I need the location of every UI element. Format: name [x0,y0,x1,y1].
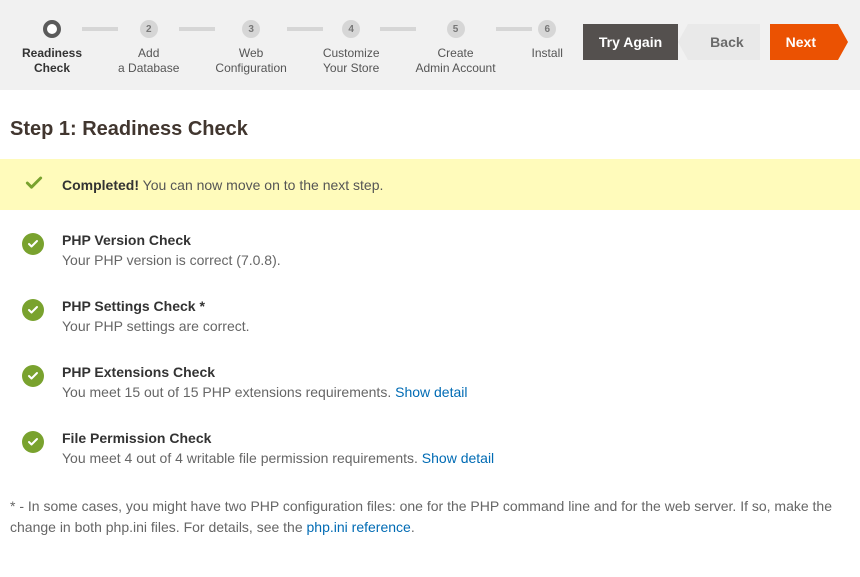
check-success-icon [22,299,44,321]
step-circle: 2 [140,20,158,38]
next-button[interactable]: Next [770,24,838,60]
check-desc: Your PHP settings are correct. [62,318,250,334]
check-item: File Permission Check You meet 4 out of 4… [22,430,850,466]
step-circle [43,20,61,38]
check-desc: You meet 4 out of 4 writable file permis… [62,450,494,466]
step-1[interactable]: Readiness Check [22,20,82,76]
step-label: Readiness Check [22,46,82,76]
step-circle: 5 [447,20,465,38]
step-connector [287,27,323,31]
page-title: Step 1: Readiness Check [10,118,860,141]
step-4[interactable]: 4 Customize Your Store [323,20,380,76]
check-title: PHP Settings Check * [62,298,250,314]
step-connector [82,27,118,31]
stepper: Readiness Check 2 Add a Database 3 Web Confi… [22,20,563,76]
step-circle: 6 [538,20,556,38]
try-again-button[interactable]: Try Again [583,24,678,60]
step-circle: 3 [242,20,260,38]
step-label: Create Admin Account [416,46,496,76]
step-connector [380,27,416,31]
show-detail-link[interactable]: Show detail [395,384,467,400]
footnote: * - In some cases, you might have two PH… [10,496,850,538]
phpini-reference-link[interactable]: php.ini reference [307,519,411,535]
check-success-icon [22,431,44,453]
step-label: Install [532,46,563,61]
check-desc: Your PHP version is correct (7.0.8). [62,252,281,268]
step-6[interactable]: 6 Install [532,20,563,61]
button-row: Try Again Back Next [583,24,838,60]
checks-list: PHP Version Check Your PHP version is cor… [0,210,860,466]
check-title: File Permission Check [62,430,494,446]
check-icon [24,173,44,196]
check-item: PHP Version Check Your PHP version is cor… [22,232,850,268]
step-label: Customize Your Store [323,46,380,76]
check-title: PHP Extensions Check [62,364,468,380]
check-body: File Permission Check You meet 4 out of 4… [62,430,494,466]
check-item: PHP Extensions Check You meet 15 out of 1… [22,364,850,400]
top-bar: Readiness Check 2 Add a Database 3 Web Confi… [0,0,860,90]
check-success-icon [22,365,44,387]
check-body: PHP Version Check Your PHP version is cor… [62,232,281,268]
alert-text: Completed! You can now move on to the ne… [62,177,383,193]
check-title: PHP Version Check [62,232,281,248]
check-body: PHP Extensions Check You meet 15 out of 1… [62,364,468,400]
check-success-icon [22,233,44,255]
step-connector [179,27,215,31]
step-5[interactable]: 5 Create Admin Account [416,20,496,76]
show-detail-link[interactable]: Show detail [422,450,494,466]
alert-success: Completed! You can now move on to the ne… [0,159,860,210]
check-desc: You meet 15 out of 15 PHP extensions req… [62,384,468,400]
step-circle: 4 [342,20,360,38]
step-label: Add a Database [118,46,179,76]
step-2[interactable]: 2 Add a Database [118,20,179,76]
back-button[interactable]: Back [688,24,759,60]
step-3[interactable]: 3 Web Configuration [215,20,286,76]
step-label: Web Configuration [215,46,286,76]
check-body: PHP Settings Check * Your PHP settings ar… [62,298,250,334]
check-item: PHP Settings Check * Your PHP settings ar… [22,298,850,334]
step-connector [496,27,532,31]
